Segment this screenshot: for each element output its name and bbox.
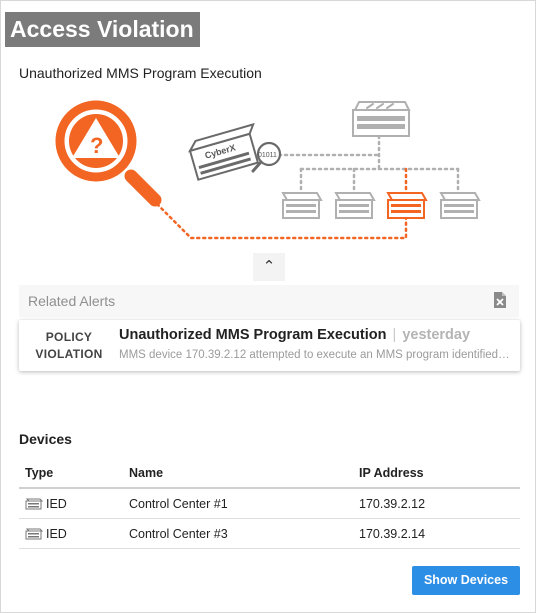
excel-export-icon[interactable]	[493, 291, 507, 309]
column-header-type[interactable]: Type	[19, 459, 123, 489]
alert-type-line2: VIOLATION	[35, 347, 103, 361]
column-header-name[interactable]: Name	[123, 459, 353, 489]
network-switch-icon	[352, 101, 411, 137]
device-type-cell: IED	[19, 488, 123, 519]
packet-inspect-icon: 01011	[251, 141, 282, 173]
show-devices-button[interactable]: Show Devices	[412, 566, 520, 595]
device-name: Control Center #1	[123, 488, 353, 519]
ied-device-icon	[25, 498, 43, 510]
chevron-up-icon: ⌃	[262, 258, 276, 275]
svg-text:?: ?	[90, 133, 103, 158]
alert-title: Unauthorized MMS Program Execution	[119, 327, 387, 343]
table-row[interactable]: IED Control Center #1 170.39.2.12	[19, 488, 520, 519]
column-header-ip[interactable]: IP Address	[353, 459, 520, 489]
device-type-cell: IED	[19, 518, 123, 549]
table-header-row: Type Name IP Address	[19, 459, 520, 489]
network-illustration: CyberX 01011 ?	[55, 100, 481, 240]
device-ip: 170.39.2.14	[353, 518, 520, 549]
related-alerts-title: Related Alerts	[28, 293, 116, 309]
ied-device-icon	[281, 192, 323, 219]
ied-device-icon-compromised	[386, 192, 428, 219]
binary-text: 01011	[258, 152, 277, 159]
ied-device-icon	[439, 192, 481, 219]
device-type: IED	[46, 496, 67, 511]
ied-device-icon	[334, 192, 376, 219]
table-row[interactable]: IED Control Center #3 170.39.2.14	[19, 518, 520, 549]
panel-subtitle: Unauthorized MMS Program Execution	[19, 65, 262, 81]
devices-title: Devices	[19, 431, 72, 447]
network-links	[277, 134, 460, 195]
panel-title: Access Violation	[5, 12, 200, 47]
alert-separator: |	[392, 327, 397, 343]
alert-description: MMS device 170.39.2.12 attempted to exec…	[119, 349, 511, 361]
device-type: IED	[46, 526, 67, 541]
related-alerts-header: Related Alerts	[19, 285, 519, 317]
device-name: Control Center #3	[123, 518, 353, 549]
alert-type-line1: POLICY	[45, 330, 93, 344]
alert-card[interactable]: POLICY VIOLATION Unauthorized MMS Progra…	[19, 320, 520, 371]
ied-device-icon	[25, 528, 43, 540]
alert-time: yesterday	[402, 327, 471, 343]
access-violation-panel: Access Violation Unauthorized MMS Progra…	[0, 0, 536, 613]
alert-type-badge: POLICY VIOLATION	[33, 329, 105, 363]
devices-table: Type Name IP Address IED Control Center …	[19, 459, 520, 549]
device-ip: 170.39.2.12	[353, 488, 520, 519]
magnifier-warning-icon: ?	[55, 100, 162, 207]
collapse-button[interactable]: ⌃	[253, 253, 285, 281]
alert-title-row: Unauthorized MMS Program Execution | yes…	[119, 327, 470, 343]
